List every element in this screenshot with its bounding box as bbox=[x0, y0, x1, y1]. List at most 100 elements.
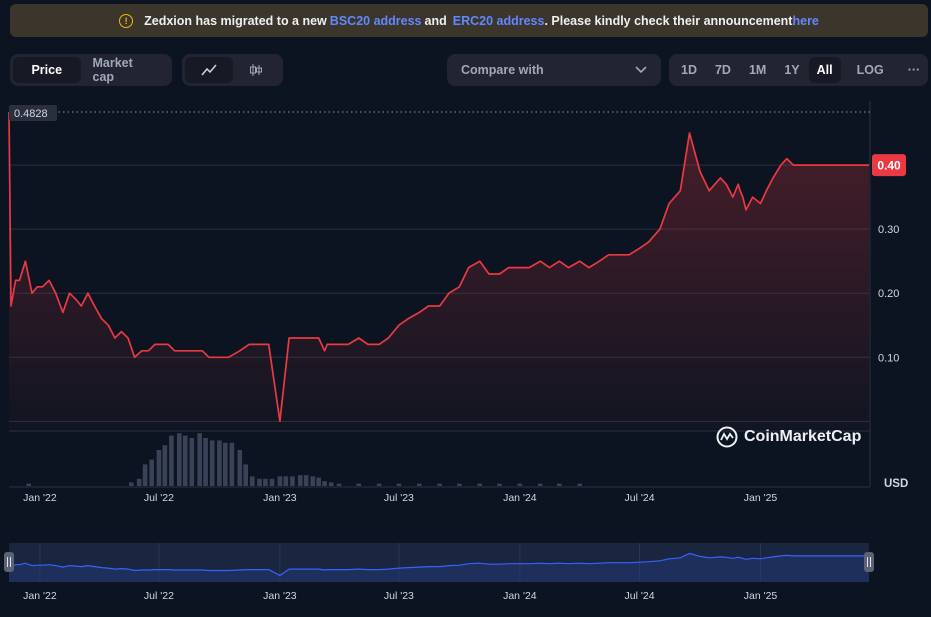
volume-bar bbox=[128, 482, 134, 486]
banner-text-post: . Please kindly check their announcement bbox=[544, 13, 793, 28]
line-chart-button[interactable] bbox=[185, 57, 233, 83]
x-tick-label: Jul '24 bbox=[625, 492, 655, 504]
log-scale-button[interactable]: LOG bbox=[849, 57, 892, 83]
last-price-label: 0.40 bbox=[872, 154, 906, 177]
x-tick-label: Jan '23 bbox=[263, 492, 297, 504]
price-marketcap-toggle: Price Market cap bbox=[10, 54, 172, 86]
x-tick-label: Jul '23 bbox=[384, 492, 414, 504]
high-label-text: 0.4828 bbox=[14, 108, 48, 120]
chevron-down-icon bbox=[635, 66, 647, 74]
last-price-text: 0.40 bbox=[877, 159, 901, 173]
currency-label: USD bbox=[884, 478, 909, 490]
navigator-x-tick-label: Jul '23 bbox=[384, 590, 414, 602]
volume-bar bbox=[537, 483, 543, 486]
volume-bar bbox=[136, 478, 142, 486]
volume-bar bbox=[257, 478, 262, 486]
volume-bar bbox=[396, 483, 402, 486]
navigator-x-tick-label: Jul '22 bbox=[144, 590, 174, 602]
chart-type-toggle bbox=[182, 54, 283, 86]
range-7d[interactable]: 7D bbox=[706, 57, 740, 83]
tab-market-cap[interactable]: Market cap bbox=[81, 56, 170, 84]
range-1y[interactable]: 1Y bbox=[775, 57, 808, 83]
volume-bar bbox=[310, 476, 316, 486]
volume-bar bbox=[356, 483, 362, 486]
volume-bar bbox=[229, 442, 235, 486]
x-tick-label: Jan '22 bbox=[23, 492, 57, 504]
compare-with-dropdown[interactable]: Compare with bbox=[447, 54, 661, 86]
volume-bar bbox=[223, 442, 228, 486]
volume-bar bbox=[182, 435, 188, 486]
volume-bar bbox=[577, 483, 583, 486]
volume-bar bbox=[322, 481, 327, 486]
x-tick-label: Jan '24 bbox=[503, 492, 537, 504]
volume-bar bbox=[176, 433, 182, 486]
banner-text-mid: and bbox=[424, 13, 447, 28]
compare-with-label: Compare with bbox=[461, 63, 544, 77]
coinmarketcap-logo-icon bbox=[716, 426, 738, 448]
volume-bar bbox=[197, 433, 202, 486]
navigator-x-tick-label: Jan '22 bbox=[23, 590, 57, 602]
volume-bar bbox=[162, 445, 168, 486]
migration-banner: ! Zedxion has migrated to a new BSC20 ad… bbox=[10, 4, 928, 37]
volume-bar bbox=[149, 459, 154, 486]
volume-bar bbox=[189, 438, 195, 486]
volume-bar bbox=[497, 483, 502, 486]
range-1d[interactable]: 1D bbox=[672, 57, 706, 83]
volume-bar bbox=[217, 440, 222, 486]
banner-text-pre: Zedxion has migrated to a new bbox=[144, 13, 327, 28]
volume-bar bbox=[249, 476, 255, 486]
navigator-x-tick-label: Jan '23 bbox=[263, 590, 297, 602]
line-chart-icon bbox=[201, 64, 217, 76]
volume-bar bbox=[457, 483, 462, 486]
volume-bar bbox=[169, 435, 174, 486]
price-area bbox=[9, 112, 869, 429]
volume-bar bbox=[303, 475, 309, 486]
volume-bar bbox=[336, 483, 342, 486]
volume-bar bbox=[316, 477, 321, 486]
y-tick-label: 0.30 bbox=[878, 224, 899, 236]
volume-bar bbox=[277, 476, 283, 486]
info-icon: ! bbox=[119, 13, 134, 28]
candlestick-button[interactable] bbox=[233, 57, 281, 83]
handle-grip[interactable] bbox=[864, 552, 874, 572]
navigator-x-tick-label: Jul '24 bbox=[625, 590, 655, 602]
candlestick-icon bbox=[250, 64, 263, 76]
range-navigator[interactable]: Jan '22 Jul '22 Jan '23 Jul '23 Jan '24 Jul '… bbox=[0, 540, 931, 617]
y-tick-label: 0.20 bbox=[878, 288, 899, 300]
volume-bar bbox=[416, 483, 422, 486]
volume-bar bbox=[156, 450, 162, 486]
volume-bar bbox=[437, 483, 442, 486]
volume-bar bbox=[283, 476, 289, 486]
volume-bar bbox=[237, 450, 243, 486]
volume-bar bbox=[290, 476, 295, 486]
volume-bar bbox=[269, 478, 275, 486]
erc20-address-link[interactable]: ERC20 address bbox=[453, 14, 545, 28]
watermark-text: CoinMarketCap bbox=[744, 428, 862, 445]
navigator-left-handle[interactable] bbox=[4, 552, 14, 572]
volume-bar bbox=[557, 483, 562, 486]
range-all[interactable]: All bbox=[808, 57, 841, 83]
volume-bar bbox=[209, 440, 215, 486]
more-options-button[interactable]: ··· bbox=[900, 57, 929, 83]
range-selector: 1D 7D 1M 1Y All LOG ··· bbox=[669, 54, 928, 86]
volume-bar bbox=[297, 475, 303, 486]
x-tick-label: Jul '22 bbox=[144, 492, 174, 504]
volume-bar bbox=[243, 464, 248, 486]
volume-bar bbox=[263, 478, 268, 486]
volume-bar bbox=[203, 438, 208, 486]
x-tick-label: Jan '25 bbox=[744, 492, 778, 504]
volume-bar bbox=[142, 464, 148, 486]
volume-bar bbox=[477, 483, 483, 486]
tab-price[interactable]: Price bbox=[13, 57, 81, 83]
price-chart[interactable]: 0.10 0.20 0.30 Jan '22 Jul '22 Jan '23 Jul '23… bbox=[0, 95, 931, 520]
bsc20-address-link[interactable]: BSC20 address bbox=[330, 14, 422, 28]
navigator-right-handle[interactable] bbox=[864, 552, 874, 572]
navigator-x-tick-label: Jan '25 bbox=[744, 590, 778, 602]
volume-bar bbox=[26, 483, 32, 486]
range-1m[interactable]: 1M bbox=[740, 57, 775, 83]
coinmarketcap-watermark: CoinMarketCap bbox=[716, 426, 861, 448]
volume-bar bbox=[517, 483, 523, 486]
navigator-x-tick-label: Jan '24 bbox=[503, 590, 537, 602]
handle-grip[interactable] bbox=[4, 552, 14, 572]
announcement-here-link[interactable]: here bbox=[792, 14, 818, 28]
